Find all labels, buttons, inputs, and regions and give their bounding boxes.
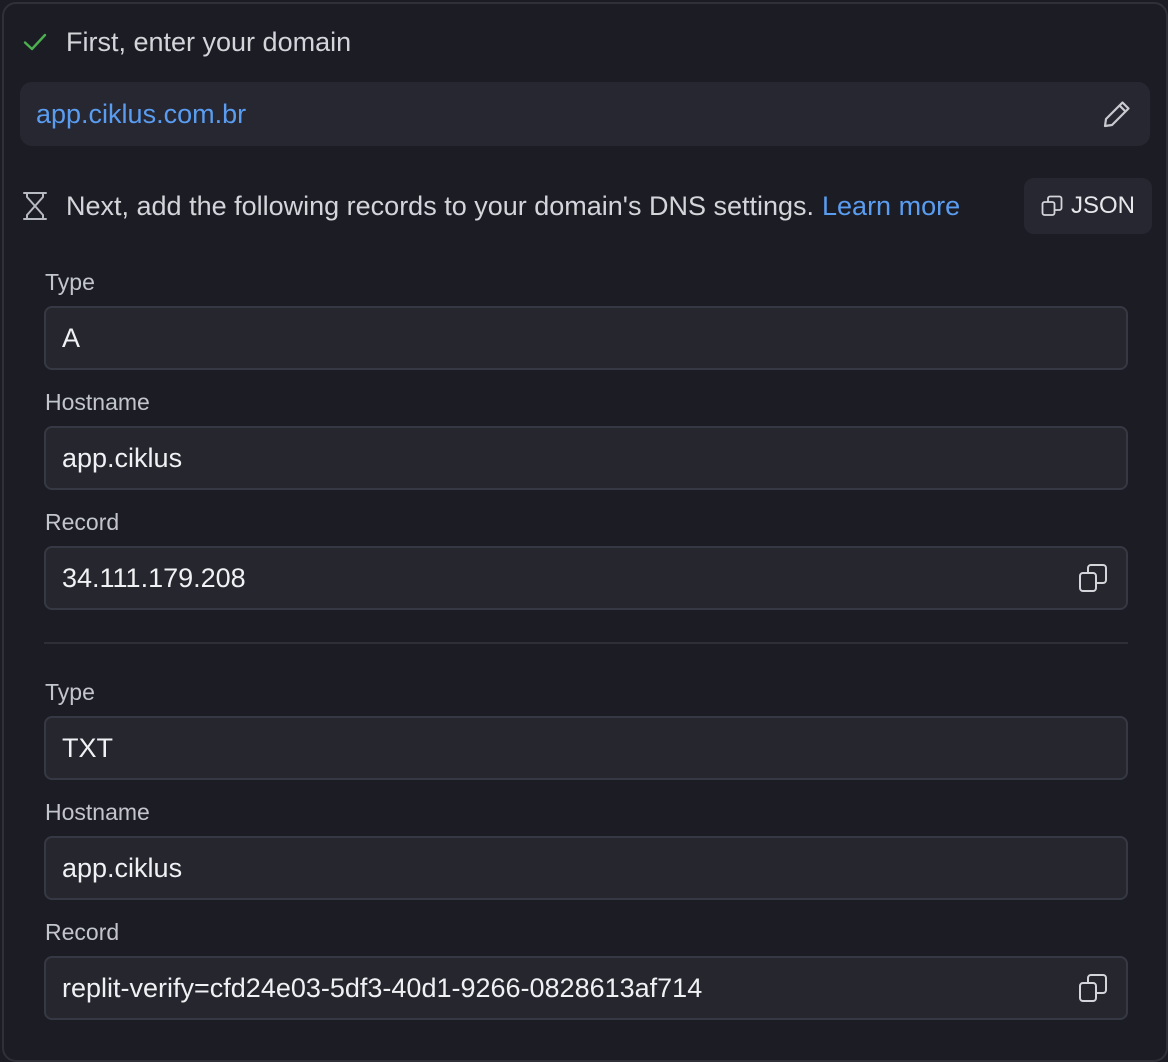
- record-1-record-label: Record: [45, 509, 120, 535]
- step-enter-domain-text: First, enter your domain: [66, 26, 352, 57]
- domain-display: app.ciklus.com.br: [20, 82, 1150, 146]
- record-1-record-value: 34.111.179.208: [62, 562, 246, 593]
- record-2-record-label: Record: [45, 919, 120, 945]
- record-2-type-field[interactable]: TXT: [44, 716, 1128, 780]
- copy-icon: [1079, 974, 1107, 1002]
- record-2-record-field[interactable]: replit-verify=cfd24e03-5df3-40d1-9266-08…: [44, 956, 1128, 1020]
- json-button-label: JSON: [1070, 192, 1135, 219]
- record-2-type-label: Type: [45, 679, 95, 705]
- record-1-hostname-value: app.ciklus: [62, 442, 183, 473]
- record-1-type-field[interactable]: A: [44, 306, 1128, 370]
- record-1-type-value: A: [62, 322, 81, 353]
- step-add-records: Next, add the following records to your …: [20, 180, 960, 232]
- record-2-hostname-field[interactable]: app.ciklus: [44, 836, 1128, 900]
- pencil-icon: [1103, 101, 1130, 128]
- record-2-hostname-value: app.ciklus: [62, 852, 183, 883]
- records-divider: [44, 642, 1128, 644]
- copy-icon: [1079, 564, 1107, 592]
- record-2-type-value: TXT: [62, 732, 113, 763]
- step-add-records-text: Next, add the following records to your …: [66, 190, 815, 221]
- learn-more-link[interactable]: Learn more: [822, 191, 960, 221]
- copy-record-2-button[interactable]: [1076, 971, 1110, 1005]
- record-1-hostname-label: Hostname: [45, 389, 150, 415]
- record-2-record-value: replit-verify=cfd24e03-5df3-40d1-9266-08…: [62, 972, 703, 1003]
- domain-value[interactable]: app.ciklus.com.br: [36, 99, 1100, 130]
- check-icon: [20, 27, 50, 57]
- record-1-record-field[interactable]: 34.111.179.208: [44, 546, 1128, 610]
- domain-setup-panel: [2, 2, 1168, 1062]
- copy-json-button[interactable]: JSON: [1024, 178, 1152, 234]
- edit-domain-button[interactable]: [1100, 97, 1134, 131]
- hourglass-icon: [20, 191, 50, 221]
- copy-record-1-button[interactable]: [1076, 561, 1110, 595]
- copy-icon: [1041, 195, 1063, 216]
- step-enter-domain: First, enter your domain: [20, 22, 351, 62]
- record-1-hostname-field[interactable]: app.ciklus: [44, 426, 1128, 490]
- record-1-type-label: Type: [45, 269, 95, 295]
- record-2-hostname-label: Hostname: [45, 799, 150, 825]
